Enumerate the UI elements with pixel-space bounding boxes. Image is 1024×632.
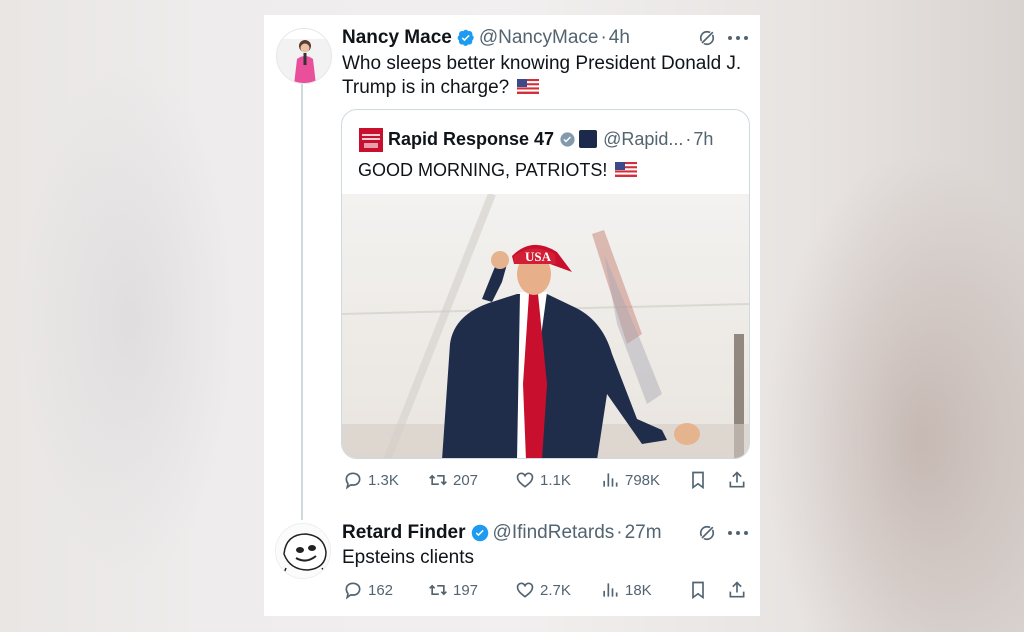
quote-photo[interactable]: USA (342, 194, 750, 459)
more-options-icon[interactable] (727, 35, 749, 41)
tweet1-header: Nancy Mace @NancyMace · 4h (342, 27, 630, 49)
gray-verified-badge-icon (560, 131, 575, 147)
like-button[interactable]: 1.1K (515, 470, 571, 490)
repost-count: 197 (453, 581, 479, 599)
tweet1-body: Who sleeps better knowing President Dona… (342, 52, 742, 100)
views-button[interactable]: 18K (600, 580, 652, 600)
quoted-tweet[interactable]: Rapid Response 47 @Rapid... · 7h GOOD MO… (341, 109, 750, 459)
view-count: 18K (625, 581, 652, 599)
author-name[interactable]: Nancy Mace (342, 27, 452, 49)
repost-count: 207 (453, 471, 479, 489)
quote-timestamp[interactable]: 7h (693, 128, 713, 150)
timestamp[interactable]: 27m (625, 522, 662, 544)
reply-icon (345, 472, 361, 490)
separator-dot: · (600, 27, 607, 48)
reply-count: 1.3K (368, 471, 399, 489)
us-flag-icon (615, 162, 638, 177)
reply-count: 162 (368, 581, 394, 599)
separator-dot: · (616, 522, 623, 543)
us-flag-icon (517, 79, 540, 94)
like-button[interactable]: 2.7K (515, 580, 571, 600)
reply-icon (345, 582, 361, 600)
tweet-text: Epsteins clients (342, 547, 475, 568)
views-icon (603, 473, 618, 487)
share-icon (729, 581, 745, 598)
tweet2-header: Retard Finder @IfindRetards · 27m (342, 522, 662, 544)
separator-dot: · (685, 129, 692, 149)
share-button[interactable] (727, 580, 747, 600)
quote-author-name[interactable]: Rapid Response 47 (388, 128, 554, 150)
bookmark-button[interactable] (688, 470, 708, 490)
grok-icon[interactable] (697, 523, 717, 543)
background-blur-right (764, 150, 1024, 632)
quote-text: GOOD MORNING, PATRIOTS! (358, 160, 608, 180)
avatar[interactable] (276, 28, 332, 84)
affiliate-badge-icon (579, 130, 598, 148)
bookmark-icon (692, 471, 704, 490)
view-count: 798K (625, 471, 661, 489)
grok-icon[interactable] (697, 28, 717, 48)
avatar[interactable] (275, 523, 331, 579)
like-count: 2.7K (540, 581, 571, 599)
author-handle[interactable]: @NancyMace (479, 27, 599, 49)
reply-button[interactable]: 162 (343, 580, 393, 600)
quote-author-handle[interactable]: @Rapid... (603, 128, 683, 150)
cap-text: USA (525, 249, 552, 264)
share-button[interactable] (727, 470, 747, 490)
author-name[interactable]: Retard Finder (342, 522, 466, 544)
timestamp[interactable]: 4h (609, 27, 630, 49)
repost-icon (429, 584, 447, 596)
quote-avatar[interactable] (359, 128, 383, 152)
share-icon (729, 471, 745, 488)
bookmark-icon (692, 581, 704, 600)
more-options-icon[interactable] (727, 530, 749, 536)
tweet-text: Who sleeps better knowing President Dona… (342, 53, 742, 98)
like-count: 1.1K (540, 471, 571, 489)
verified-badge-icon (471, 524, 488, 542)
views-button[interactable]: 798K (600, 470, 660, 490)
background-blur-left (20, 60, 240, 580)
thread-connector-line (301, 84, 303, 520)
repost-button[interactable]: 207 (428, 470, 478, 490)
views-icon (603, 583, 618, 597)
tweet2-body: Epsteins clients (342, 546, 474, 570)
repost-button[interactable]: 197 (428, 580, 478, 600)
bookmark-button[interactable] (688, 580, 708, 600)
quote-body: GOOD MORNING, PATRIOTS! (358, 158, 638, 182)
verified-badge-icon (457, 29, 474, 46)
heart-icon (516, 472, 534, 488)
reply-button[interactable]: 1.3K (343, 470, 399, 490)
author-handle[interactable]: @IfindRetards (493, 522, 615, 544)
repost-icon (429, 474, 447, 486)
heart-icon (516, 582, 534, 598)
quote-header: Rapid Response 47 @Rapid... · 7h (388, 128, 713, 150)
